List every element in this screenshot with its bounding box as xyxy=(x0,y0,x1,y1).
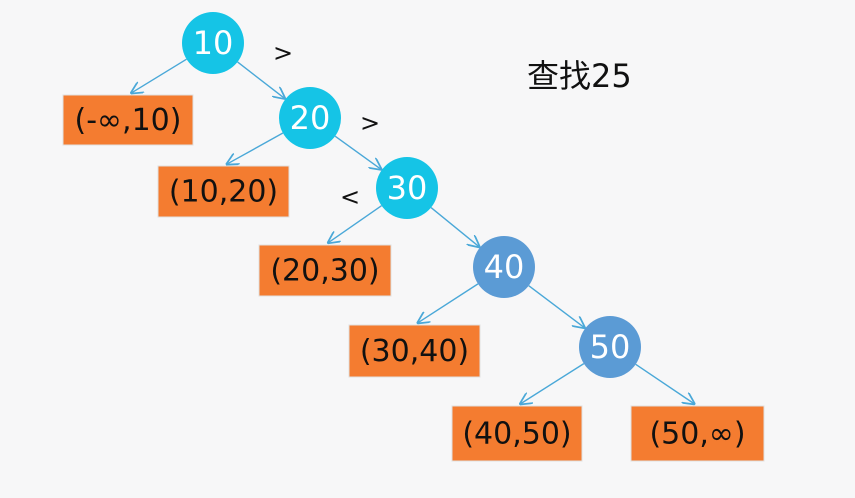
edge-n40-l4 xyxy=(418,283,479,323)
node-label: 40 xyxy=(484,248,525,286)
tree-node: 20 xyxy=(279,87,341,149)
tree-node: 50 xyxy=(579,316,641,378)
node-label: 10 xyxy=(193,24,234,62)
interval-box: (40,50) xyxy=(451,405,583,462)
interval-box: (-∞,10) xyxy=(62,94,194,146)
tree-node: 30 xyxy=(376,157,438,219)
interval-box: (50,∞) xyxy=(630,405,765,462)
interval-label: (-∞,10) xyxy=(75,103,182,138)
edge-n30-l3 xyxy=(328,205,382,243)
comparison-mark: > xyxy=(360,109,380,137)
comparison-mark: < xyxy=(340,183,360,211)
interval-label: (40,50) xyxy=(462,417,571,452)
interval-box: (30,40) xyxy=(348,324,481,378)
edge-n30-n40 xyxy=(430,207,479,247)
edge-n50-l6 xyxy=(635,363,694,403)
interval-box: (20,30) xyxy=(258,244,392,297)
edge-n50-l5 xyxy=(520,363,585,404)
node-label: 50 xyxy=(590,328,631,366)
edge-n10-l1 xyxy=(131,58,187,93)
node-label: 30 xyxy=(387,169,428,207)
tree-node: 10 xyxy=(182,12,244,74)
edge-n20-l2 xyxy=(227,132,284,164)
edge-n10-n20 xyxy=(237,61,285,98)
node-label: 20 xyxy=(290,99,331,137)
edge-n40-n50 xyxy=(528,285,585,328)
comparison-mark: > xyxy=(273,39,293,67)
tree-node: 40 xyxy=(473,236,535,298)
interval-label: (10,20) xyxy=(169,175,278,210)
edge-n20-n30 xyxy=(334,135,381,169)
interval-label: (50,∞) xyxy=(649,417,745,452)
interval-label: (30,40) xyxy=(360,334,469,369)
leaf-intervals: (-∞,10) (10,20) (20,30) (30,40) (40,50) (50,∞… xyxy=(62,94,765,462)
search-tree-diagram: (-∞,10) (10,20) (20,30) (30,40) (40,50) (50,∞… xyxy=(62,12,765,462)
diagram-title: 查找25 xyxy=(527,57,632,95)
interval-box: (10,20) xyxy=(157,165,290,218)
interval-label: (20,30) xyxy=(270,254,379,289)
